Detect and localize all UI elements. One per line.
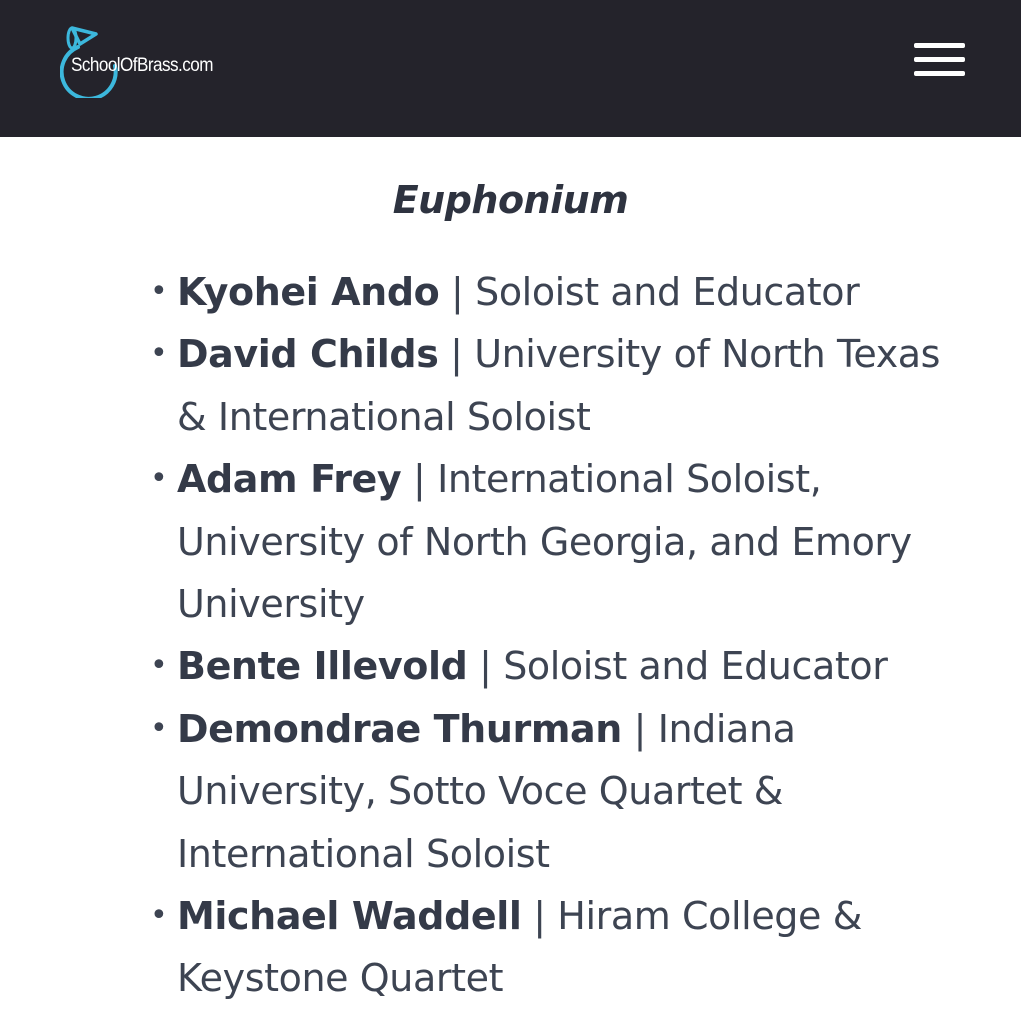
bullet-icon: •: [150, 336, 168, 372]
list-item: • Demondrae Thurman | Indiana University,…: [148, 698, 958, 885]
section-title: Euphonium: [392, 178, 629, 222]
bullet-icon: •: [150, 710, 168, 746]
bullet-icon: •: [150, 648, 168, 684]
separator: |: [621, 706, 658, 751]
teacher-description: Soloist and Educator: [475, 270, 860, 314]
separator: |: [401, 457, 438, 502]
teacher-name: Michael Waddell: [177, 894, 522, 939]
list-item: • Adam Frey | International Soloist, Univ…: [148, 448, 958, 635]
list-item: • Michael Waddell | Hiram College & Keyst…: [148, 885, 958, 1010]
separator: |: [439, 270, 476, 314]
teacher-name: Demondrae Thurman: [177, 706, 622, 751]
list-item: • Kyohei Ando | Soloist and Educator: [148, 261, 958, 323]
teacher-name: Adam Frey: [177, 457, 402, 502]
logo-text: SchoolOfBrass.com: [71, 55, 213, 76]
site-header: SchoolOfBrass.com: [0, 0, 1021, 137]
list-item: • David Childs | University of North Texa…: [148, 323, 958, 448]
teacher-name: Kyohei Ando: [177, 270, 440, 314]
list-item: • Bente Illevold | Soloist and Educator: [148, 635, 958, 697]
bullet-icon: •: [150, 898, 168, 934]
bullet-icon: •: [150, 461, 168, 497]
separator: |: [467, 644, 504, 689]
teacher-name: Bente Illevold: [177, 644, 468, 689]
teacher-name: David Childs: [177, 332, 439, 377]
separator: |: [438, 332, 475, 377]
menu-button[interactable]: [906, 38, 970, 82]
separator: |: [521, 894, 558, 939]
bullet-icon: •: [150, 274, 168, 309]
teacher-list: • Kyohei Ando | Soloist and Educator • Dav…: [148, 261, 958, 1010]
hamburger-menu-icon: [914, 71, 965, 76]
hamburger-menu-icon: [914, 43, 965, 48]
hamburger-menu-icon: [914, 57, 965, 62]
teacher-description: Soloist and Educator: [503, 644, 888, 689]
site-logo[interactable]: SchoolOfBrass.com: [60, 22, 213, 98]
